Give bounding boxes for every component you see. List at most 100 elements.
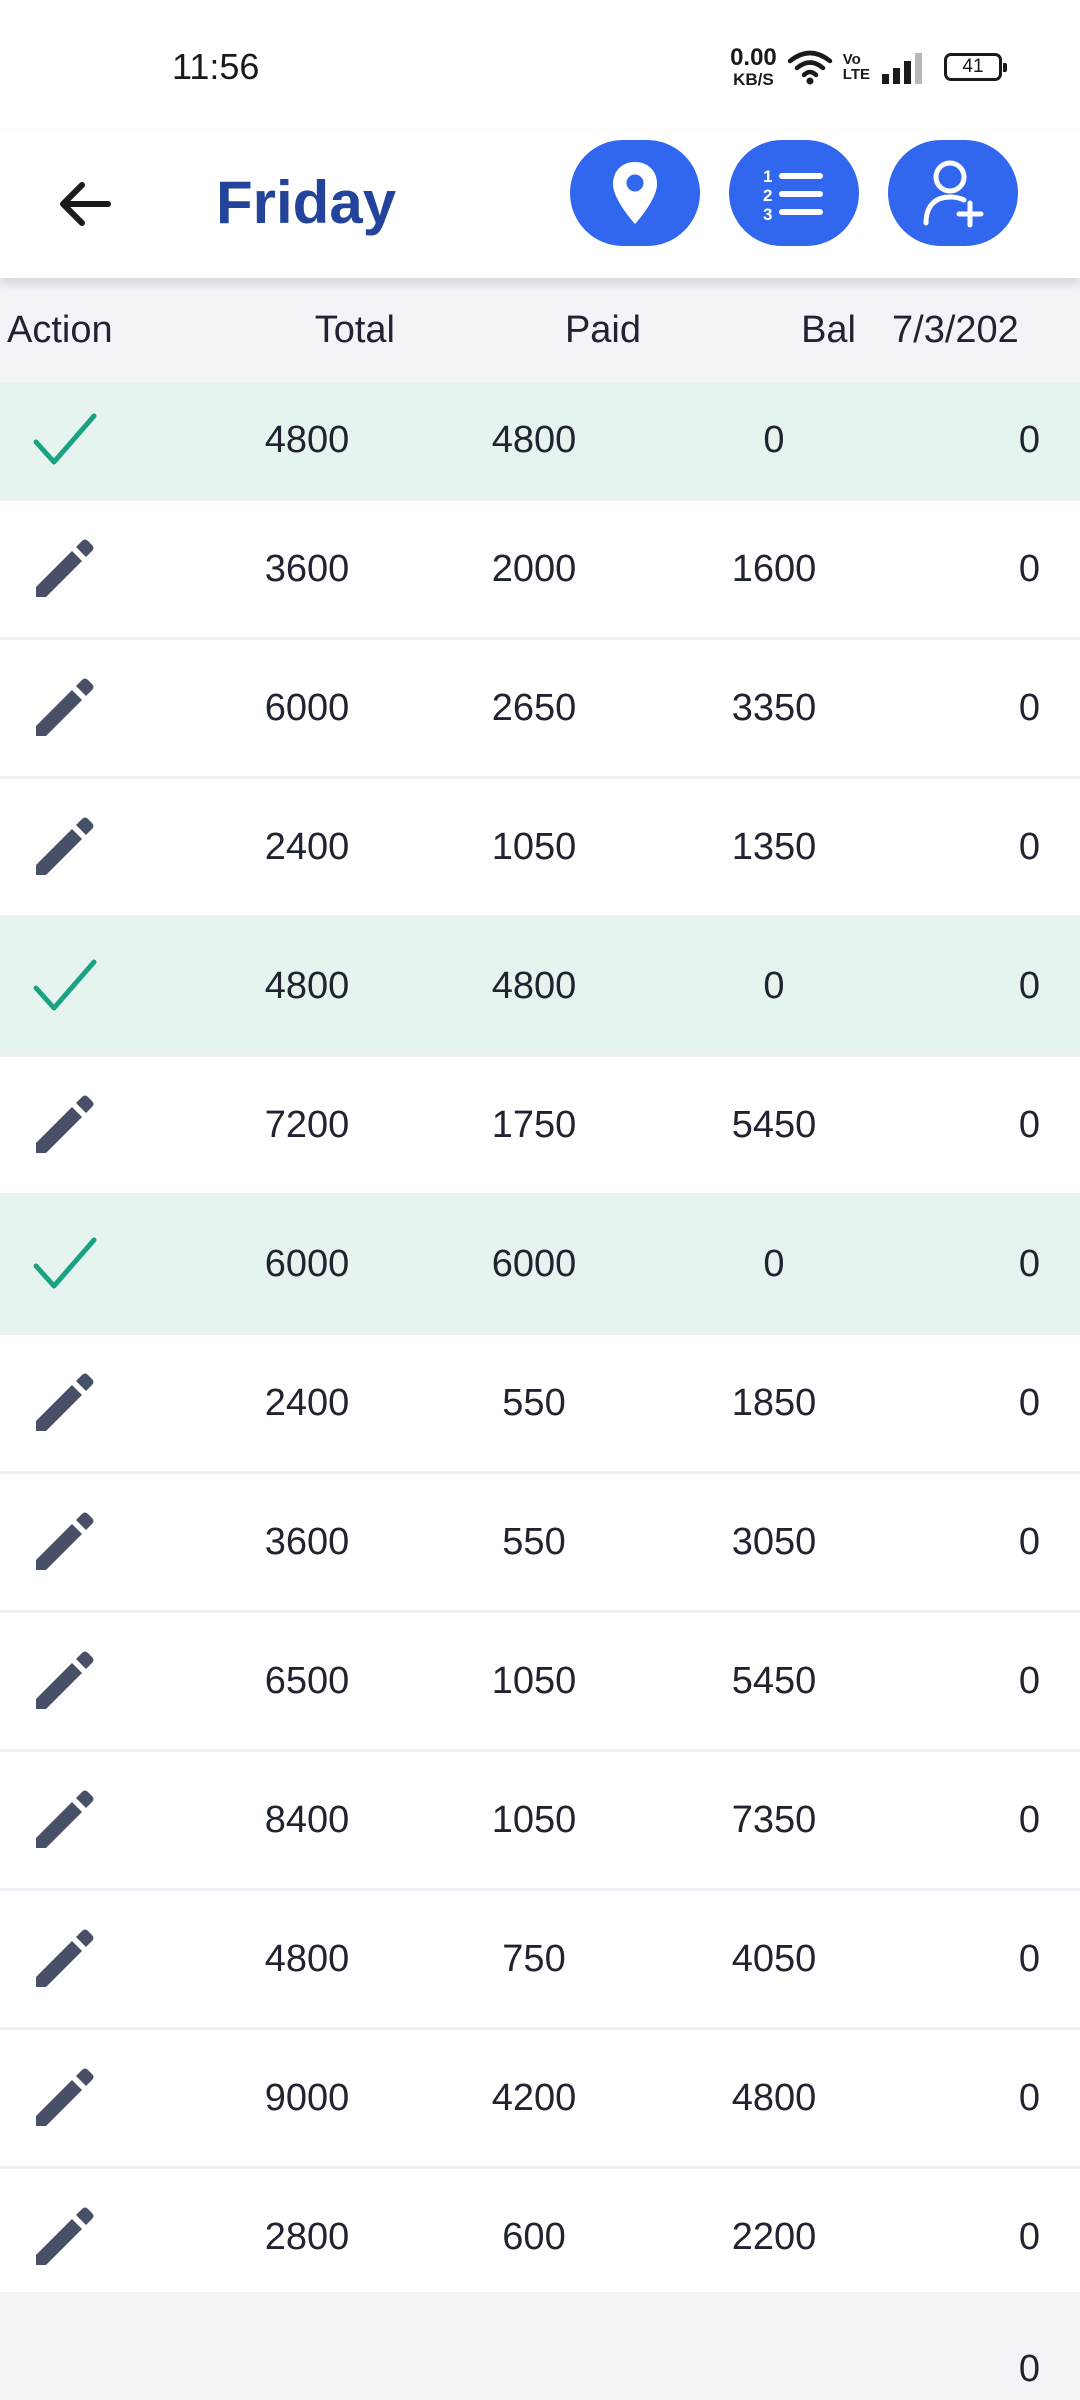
table-row: 2400 550 1850 0 [0,1335,1080,1474]
edit-pencil-icon [36,1512,94,1570]
cell-paid: 1050 [491,1798,577,1841]
paid-check-cell[interactable] [0,1236,200,1292]
edit-button[interactable] [0,1510,200,1574]
numbered-list-icon: 1 2 3 [763,167,823,222]
cell-paid: 550 [502,1381,566,1424]
cell-date-amount: 0 [1018,686,1040,729]
status-icons: 0.00 KB/S Vo LTE 41 [730,44,1007,90]
cell-total: 7200 [264,1103,350,1146]
cell-bal: 3350 [731,686,817,729]
cell-total: 8400 [264,1798,350,1841]
cell-paid: 4800 [491,418,577,461]
edit-pencil-icon [36,817,94,875]
edit-button[interactable] [0,1788,200,1852]
cell-paid: 2000 [491,547,577,590]
cell-paid: 6000 [491,1242,577,1285]
check-icon [33,413,97,465]
table-row: 4800 4800 0 0 [0,918,1080,1057]
edit-button[interactable] [0,1371,200,1435]
edit-button[interactable] [0,1927,200,1991]
paid-check-cell[interactable] [0,412,200,468]
cell-bal: 5450 [731,1103,817,1146]
cell-date-amount: 0 [1018,418,1040,461]
signal-icon [882,53,922,84]
volte-indicator: Vo LTE [843,52,870,82]
column-header-date: 7/3/202 [892,308,1019,351]
table-row: 6000 6000 0 0 [0,1196,1080,1335]
cell-total: 3600 [264,1520,350,1563]
table-row: 3600 550 3050 0 [0,1474,1080,1613]
cell-bal: 0 [763,418,785,461]
edit-pencil-icon [36,1929,94,1987]
cell-date-amount: 0 [1018,825,1040,868]
edit-pencil-icon [36,678,94,736]
add-user-icon [923,160,984,228]
edit-button[interactable] [0,1093,200,1157]
edit-pencil-icon [36,2068,94,2126]
map-pin-icon [613,162,657,224]
cell-bal: 3050 [731,1520,817,1563]
cell-bal: 4050 [731,1937,817,1980]
table-row: 3600 2000 1600 0 [0,501,1080,640]
cell-total: 9000 [264,2076,350,2119]
table-body: 4800 4800 0 0 3600 2000 1600 0 6000 2650 3350 0 2400… [0,382,1080,2308]
cell-total: 6500 [264,1659,350,1702]
cell-paid: 4200 [491,2076,577,2119]
volte-bottom: LTE [842,66,870,83]
edit-pencil-icon [36,1651,94,1709]
add-user-button[interactable] [888,140,1018,246]
cell-bal: 5450 [731,1659,817,1702]
edit-button[interactable] [0,2205,200,2269]
paid-check-cell[interactable] [0,958,200,1014]
edit-button[interactable] [0,2066,200,2130]
cell-bal: 7350 [731,1798,817,1841]
cell-bal: 4800 [731,2076,817,2119]
cell-bal: 1600 [731,547,817,590]
table-row: 2800 600 2200 0 [0,2169,1080,2308]
edit-button[interactable] [0,537,200,601]
cell-date-amount: 0 [1018,1103,1040,1146]
table-row: 4800 4800 0 0 [0,382,1080,501]
back-button[interactable] [42,162,126,246]
cell-total: 4800 [264,964,350,1007]
table-row: 8400 1050 7350 0 [0,1752,1080,1891]
edit-pencil-icon [36,2207,94,2265]
cell-total: 6000 [264,1242,350,1285]
battery-indicator: 41 [944,53,1007,81]
network-speed-unit: KB/S [733,70,774,89]
cell-paid: 1050 [491,825,577,868]
cell-bal: 0 [763,1242,785,1285]
table-row: 6500 1050 5450 0 [0,1613,1080,1752]
edit-button[interactable] [0,1649,200,1713]
table-row: 9000 4200 4800 0 [0,2030,1080,2169]
footer-total: 0 [1018,2348,1040,2390]
cell-date-amount: 0 [1018,1798,1040,1841]
app-bar: Friday 1 2 3 [0,130,1080,278]
cell-date-amount: 0 [1018,1242,1040,1285]
svg-text:1: 1 [763,167,772,186]
column-header-total: Total [314,308,395,351]
cell-total: 6000 [264,686,350,729]
cell-date-amount: 0 [1018,2076,1040,2119]
column-header-paid: Paid [564,308,641,351]
network-speed-value: 0.00 [730,44,777,71]
numbered-list-button[interactable]: 1 2 3 [729,140,859,246]
status-time: 11:56 [172,46,260,87]
cell-date-amount: 0 [1018,1937,1040,1980]
location-button[interactable] [570,140,700,246]
cell-paid: 1050 [491,1659,577,1702]
cell-date-amount: 0 [1018,1659,1040,1702]
cell-date-amount: 0 [1018,547,1040,590]
cell-total: 2800 [264,2215,350,2258]
cell-bal: 0 [763,964,785,1007]
cell-date-amount: 0 [1018,2215,1040,2258]
cell-date-amount: 0 [1018,1381,1040,1424]
edit-button[interactable] [0,815,200,879]
table-header: Action Total Paid Bal 7/3/202 [0,278,1080,382]
edit-button[interactable] [0,676,200,740]
cell-paid: 550 [502,1520,566,1563]
column-header-action: Action [7,308,113,351]
cell-paid: 1750 [491,1103,577,1146]
edit-pencil-icon [36,1790,94,1848]
wifi-icon [787,50,833,85]
